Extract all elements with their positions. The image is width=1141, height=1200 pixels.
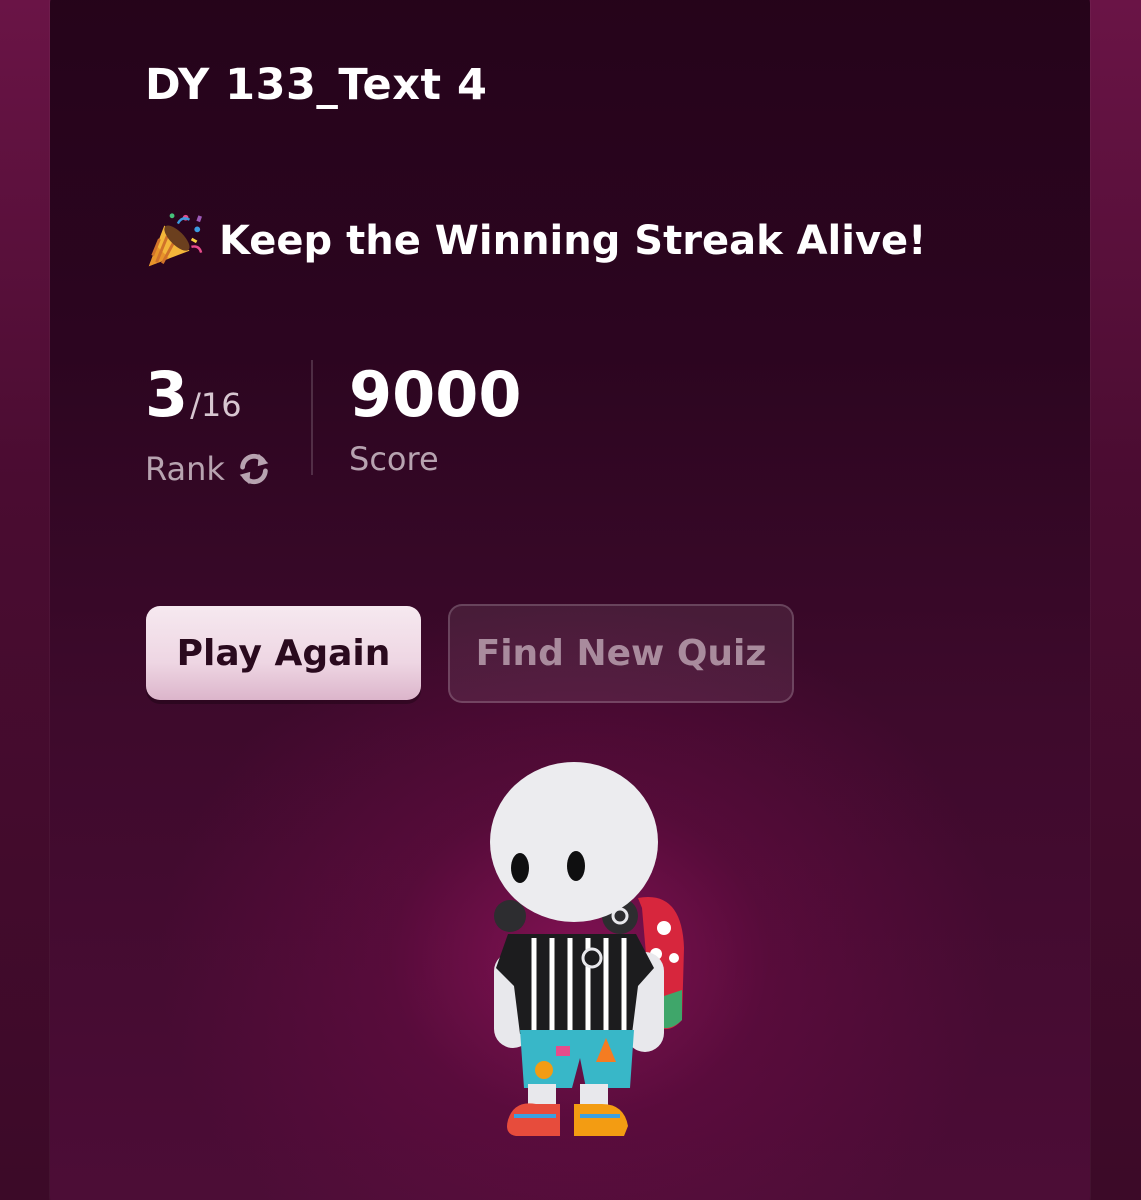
score-value: 9000	[349, 358, 522, 431]
rank-label: Rank	[145, 450, 225, 488]
party-popper-icon	[148, 213, 203, 267]
score-stat: 9000 Score	[349, 358, 522, 478]
stats-divider	[311, 360, 313, 475]
rank-total: /16	[190, 386, 242, 424]
streak-message-text: Keep the Winning Streak Alive!	[219, 218, 927, 264]
streak-message: Keep the Winning Streak Alive!	[143, 210, 926, 272]
page-background-left	[0, 0, 52, 1200]
player-avatar	[490, 762, 684, 1136]
rank-stat: 3 /16 Rank	[145, 358, 273, 488]
rank-value: 3	[145, 358, 189, 431]
score-label: Score	[349, 440, 439, 478]
play-again-button[interactable]: Play Again	[146, 606, 421, 700]
quiz-title: DY 133_Text 4	[145, 60, 488, 110]
find-new-quiz-button[interactable]: Find New Quiz	[448, 604, 794, 703]
page-background-right	[1089, 0, 1141, 1200]
refresh-icon[interactable]	[235, 450, 273, 488]
